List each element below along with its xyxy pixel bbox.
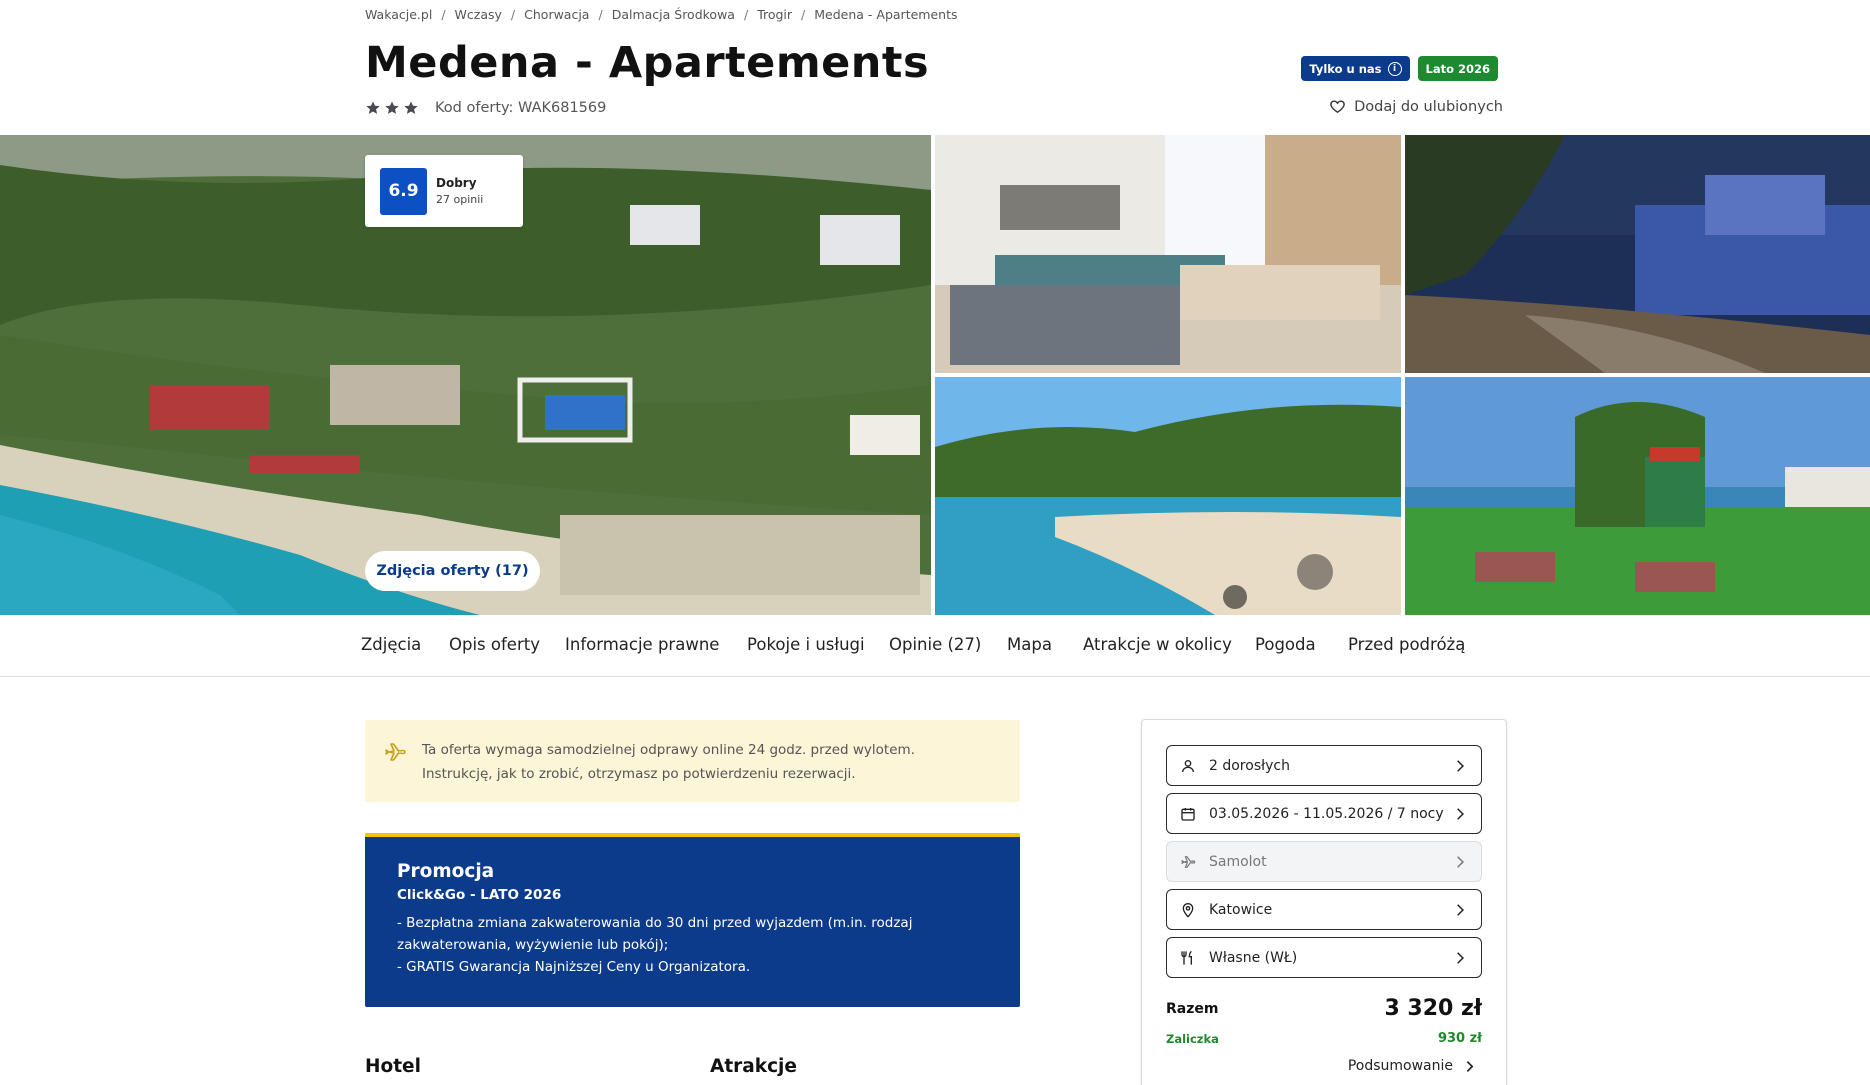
season-badge: Lato 2026 <box>1417 56 1498 81</box>
chevron-right-icon <box>1457 855 1464 868</box>
promo-subtitle: Click&Go - LATO 2026 <box>397 887 562 903</box>
total-row: Razem 3 320 zł <box>1166 996 1482 1021</box>
plane-icon <box>385 743 406 761</box>
breadcrumb-current: Medena - Apartements <box>814 6 958 22</box>
person-icon <box>1182 759 1194 772</box>
total-label: Razem <box>1166 1000 1219 1017</box>
tab-map[interactable]: Mapa <box>1007 635 1052 654</box>
photos-button[interactable]: Zdjęcia oferty (17) <box>365 551 540 591</box>
calendar-icon <box>1181 807 1195 821</box>
star-icon <box>385 101 399 114</box>
rating-score: 6.9 <box>380 167 427 215</box>
dates-value: 03.05.2026 - 11.05.2026 / 7 nocy <box>1209 805 1444 822</box>
breadcrumb-separator: / <box>743 6 749 22</box>
breadcrumb-item[interactable]: Trogir <box>757 7 792 22</box>
checkin-notice: Ta oferta wymaga samodzielnej odprawy on… <box>365 720 1020 802</box>
notice-line: Instrukcję, jak to zrobić, otrzymasz po … <box>422 766 856 782</box>
star-icon <box>366 101 380 114</box>
tab-weather[interactable]: Pogoda <box>1255 635 1316 654</box>
night-villas-image <box>1405 135 1870 373</box>
tab-photos[interactable]: Zdjęcia <box>361 635 421 654</box>
photo-night-villas[interactable] <box>1405 135 1870 373</box>
summary-label: Podsumowanie <box>1347 1058 1453 1074</box>
notice-line: Ta oferta wymaga samodzielnej odprawy on… <box>422 742 915 758</box>
heart-icon <box>1330 100 1345 114</box>
chevron-right-icon <box>1457 903 1464 916</box>
breadcrumb-item[interactable]: Chorwacja <box>524 7 589 22</box>
travelers-selector[interactable]: 2 dorosłych <box>1166 745 1482 786</box>
departure-value: Katowice <box>1209 901 1273 918</box>
room-image <box>935 135 1401 373</box>
tab-rooms-services[interactable]: Pokoje i usługi <box>747 635 865 654</box>
board-selector[interactable]: Własne (WŁ) <box>1166 937 1482 978</box>
exclusive-badge[interactable]: Tylko u nas i <box>1301 56 1410 81</box>
tab-reviews[interactable]: Opinie (27) <box>889 635 981 654</box>
section-hotel-heading: Hotel <box>365 1056 421 1077</box>
badges: Tylko u nas i Lato 2026 <box>1301 56 1498 81</box>
favorites-label: Dodaj do ulubionych <box>1354 98 1503 115</box>
rating-card[interactable]: 6.9 Dobry 27 opinii <box>365 155 523 227</box>
beach-image <box>935 377 1401 615</box>
tab-attractions-nearby[interactable]: Atrakcje w okolicy <box>1083 635 1232 654</box>
breadcrumb-item[interactable]: Wakacje.pl <box>365 7 432 22</box>
breadcrumb: Wakacje.pl / Wczasy / Chorwacja / Dalmac… <box>365 5 958 23</box>
main-photo-aerial[interactable]: 6.9 Dobry 27 opinii Zdjęcia oferty (17) <box>0 135 931 615</box>
photo-playground[interactable] <box>1405 377 1870 615</box>
promo-title: Promocja <box>397 861 495 882</box>
chevron-right-icon <box>1457 951 1464 964</box>
dates-selector[interactable]: 03.05.2026 - 11.05.2026 / 7 nocy <box>1166 793 1482 834</box>
promo-body: - Bezpłatna zmiana zakwaterowania do 30 … <box>397 915 913 975</box>
chevron-right-icon <box>1457 759 1464 772</box>
section-tabs: Zdjęcia Opis oferty Informacje prawne Po… <box>0 615 1870 677</box>
breadcrumb-separator: / <box>801 6 806 22</box>
rating-count: 27 opinii <box>436 193 484 206</box>
total-price: 3 320 zł <box>1384 996 1482 1021</box>
fork-knife-icon <box>1181 950 1192 965</box>
breadcrumb-item[interactable]: Dalmacja Środkowa <box>612 7 735 22</box>
notice-text: Ta oferta wymaga samodzielnej odprawy on… <box>422 738 982 786</box>
star-icon <box>404 101 418 114</box>
page-title: Medena - Apartements <box>365 38 930 88</box>
board-value: Własne (WŁ) <box>1209 949 1298 966</box>
tab-legal-info[interactable]: Informacje prawne <box>565 635 719 654</box>
section-attractions-heading: Atrakcje <box>710 1056 797 1077</box>
deposit-label: Zaliczka <box>1166 1031 1219 1046</box>
season-badge-label: Lato 2026 <box>1425 61 1491 76</box>
breadcrumb-separator: / <box>441 6 446 22</box>
booking-panel: 2 dorosłych 03.05.2026 - 11.05.2026 / 7 … <box>1141 719 1507 1085</box>
breadcrumb-separator: / <box>598 6 603 22</box>
info-icon[interactable]: i <box>1387 61 1402 76</box>
offer-code: Kod oferty: WAK681569 <box>435 100 607 116</box>
add-to-favorites-button[interactable]: Dodaj do ulubionych <box>1329 98 1503 115</box>
rating-details: Dobry 27 opinii <box>436 176 483 206</box>
tab-before-travel[interactable]: Przed podróżą <box>1348 635 1465 654</box>
deposit-row: Zaliczka 930 zł <box>1166 1031 1482 1046</box>
exclusive-badge-label: Tylko u nas <box>1309 61 1382 76</box>
breadcrumb-item[interactable]: Wczasy <box>455 7 502 22</box>
promo-box: Promocja Click&Go - LATO 2026 - Bezpłatn… <box>365 833 1020 1007</box>
tab-description[interactable]: Opis oferty <box>449 635 540 654</box>
hotel-meta: Kod oferty: WAK681569 <box>365 97 606 119</box>
photo-room[interactable] <box>935 135 1401 373</box>
transport-value: Samolot <box>1209 853 1267 870</box>
star-rating <box>365 100 419 116</box>
summary-link[interactable]: Podsumowanie <box>1348 1058 1476 1074</box>
chevron-right-icon <box>1457 807 1464 820</box>
chevron-right-icon <box>1466 1060 1474 1072</box>
deposit-price: 930 zł <box>1437 1031 1482 1046</box>
location-pin-icon <box>1182 902 1194 918</box>
playground-image <box>1405 377 1870 615</box>
departure-selector[interactable]: Katowice <box>1166 889 1482 930</box>
photo-beach[interactable] <box>935 377 1401 615</box>
transport-selector[interactable]: Samolot <box>1166 841 1482 882</box>
breadcrumb-separator: / <box>510 6 516 22</box>
rating-label: Dobry <box>436 176 477 190</box>
travelers-value: 2 dorosłych <box>1209 757 1290 774</box>
plane-icon <box>1181 855 1196 868</box>
photo-gallery: 6.9 Dobry 27 opinii Zdjęcia oferty (17) <box>0 135 1870 615</box>
